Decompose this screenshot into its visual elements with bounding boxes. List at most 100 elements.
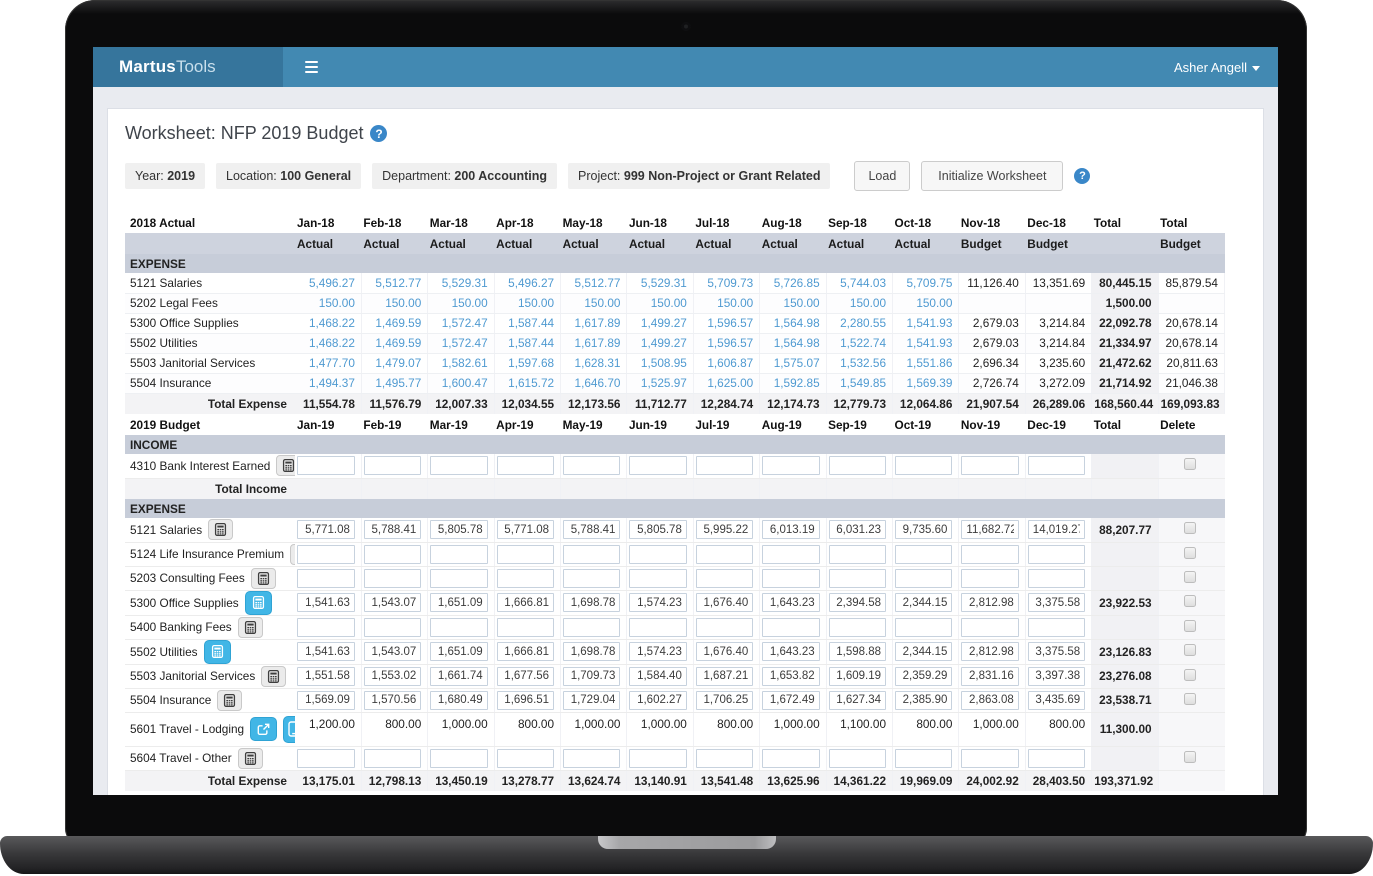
budget-input[interactable]	[430, 618, 487, 637]
budget-input[interactable]	[563, 545, 620, 564]
user-menu[interactable]: Asher Angell	[1174, 60, 1260, 75]
delete-checkbox[interactable]	[1184, 644, 1196, 656]
budget-input[interactable]	[497, 569, 554, 588]
actual-value-link[interactable]: 2,280.55	[826, 313, 892, 333]
budget-input[interactable]	[829, 593, 886, 612]
budget-input[interactable]	[696, 593, 753, 612]
budget-input[interactable]	[364, 667, 421, 686]
budget-input[interactable]	[762, 545, 819, 564]
budget-input[interactable]	[762, 691, 819, 710]
budget-input[interactable]	[961, 593, 1018, 612]
actual-value-link[interactable]: 150.00	[826, 293, 892, 313]
budget-input[interactable]	[696, 618, 753, 637]
budget-input[interactable]	[629, 691, 686, 710]
budget-input[interactable]	[297, 642, 355, 661]
budget-input[interactable]	[762, 593, 819, 612]
actual-value-link[interactable]: 5,726.85	[760, 273, 826, 293]
budget-input[interactable]	[1028, 569, 1085, 588]
budget-input[interactable]	[1028, 520, 1085, 539]
actual-value-link[interactable]: 1,468.22	[295, 333, 361, 353]
budget-input[interactable]	[629, 642, 686, 661]
budget-input[interactable]	[829, 618, 886, 637]
actual-value-link[interactable]: 1,587.44	[494, 313, 560, 333]
budget-input[interactable]	[430, 691, 487, 710]
budget-input[interactable]	[563, 593, 620, 612]
budget-input[interactable]	[762, 456, 819, 475]
actual-value-link[interactable]: 1,499.27	[627, 333, 693, 353]
budget-input[interactable]	[497, 642, 554, 661]
budget-input[interactable]	[1028, 749, 1085, 768]
delete-checkbox[interactable]	[1184, 693, 1196, 705]
budget-input[interactable]	[696, 456, 753, 475]
budget-input[interactable]	[364, 642, 421, 661]
budget-input[interactable]	[895, 749, 952, 768]
budget-input[interactable]	[430, 569, 487, 588]
budget-input[interactable]	[430, 667, 487, 686]
actual-value-link[interactable]: 1,499.27	[627, 313, 693, 333]
budget-input[interactable]	[961, 569, 1018, 588]
budget-input[interactable]	[829, 691, 886, 710]
budget-input[interactable]	[895, 520, 952, 539]
budget-input[interactable]	[629, 593, 686, 612]
actual-value-link[interactable]: 150.00	[627, 293, 693, 313]
hamburger-menu-icon[interactable]	[301, 57, 322, 77]
budget-input[interactable]	[829, 749, 886, 768]
actual-value-link[interactable]: 1,596.57	[693, 333, 759, 353]
budget-input[interactable]	[430, 642, 487, 661]
actual-value-link[interactable]: 1,477.70	[295, 353, 361, 373]
budget-input[interactable]	[961, 749, 1018, 768]
calculator-icon-button[interactable]	[208, 519, 233, 540]
calculator-icon-button[interactable]	[238, 748, 263, 769]
actual-value-link[interactable]: 1,569.39	[893, 373, 959, 393]
actual-value-link[interactable]: 1,469.59	[361, 333, 427, 353]
brand-logo[interactable]: MartusTools	[93, 47, 283, 87]
delete-checkbox[interactable]	[1184, 595, 1196, 607]
actual-value-link[interactable]: 1,525.97	[627, 373, 693, 393]
calculator-icon-button[interactable]	[261, 666, 286, 687]
budget-input[interactable]	[497, 520, 554, 539]
budget-input[interactable]	[961, 618, 1018, 637]
budget-input[interactable]	[762, 667, 819, 686]
actual-value-link[interactable]: 150.00	[295, 293, 361, 313]
budget-input[interactable]	[829, 569, 886, 588]
budget-input[interactable]	[629, 520, 686, 539]
budget-input[interactable]	[430, 520, 487, 539]
budget-input[interactable]	[696, 545, 753, 564]
budget-input[interactable]	[629, 569, 686, 588]
budget-input[interactable]	[1028, 456, 1085, 475]
actual-value-link[interactable]: 1,625.00	[693, 373, 759, 393]
budget-input[interactable]	[563, 618, 620, 637]
budget-input[interactable]	[895, 667, 952, 686]
budget-input[interactable]	[563, 691, 620, 710]
budget-input[interactable]	[829, 642, 886, 661]
budget-input[interactable]	[1028, 593, 1085, 612]
budget-input[interactable]	[563, 749, 620, 768]
budget-input[interactable]	[497, 545, 554, 564]
initialize-worksheet-button[interactable]: Initialize Worksheet	[921, 161, 1063, 191]
actual-value-link[interactable]: 1,469.59	[361, 313, 427, 333]
actual-value-link[interactable]: 1,606.87	[693, 353, 759, 373]
delete-checkbox[interactable]	[1184, 669, 1196, 681]
delete-checkbox[interactable]	[1184, 620, 1196, 632]
actual-value-link[interactable]: 150.00	[361, 293, 427, 313]
actual-value-link[interactable]: 1,596.57	[693, 313, 759, 333]
actual-value-link[interactable]: 1,479.07	[361, 353, 427, 373]
delete-checkbox[interactable]	[1184, 458, 1196, 470]
delete-checkbox[interactable]	[1184, 522, 1196, 534]
budget-input[interactable]	[762, 520, 819, 539]
budget-input[interactable]	[629, 545, 686, 564]
budget-input[interactable]	[297, 593, 355, 612]
actual-value-link[interactable]: 1,575.07	[760, 353, 826, 373]
budget-input[interactable]	[629, 749, 686, 768]
filter-year[interactable]: Year: 2019	[125, 163, 205, 189]
budget-input[interactable]	[895, 618, 952, 637]
budget-input[interactable]	[895, 569, 952, 588]
calculator-icon-button[interactable]	[276, 455, 295, 476]
budget-input[interactable]	[563, 642, 620, 661]
actual-value-link[interactable]: 1,541.93	[893, 333, 959, 353]
budget-input[interactable]	[297, 749, 355, 768]
budget-input[interactable]	[762, 749, 819, 768]
actual-value-link[interactable]: 1,532.56	[826, 353, 892, 373]
budget-input[interactable]	[961, 667, 1018, 686]
budget-input[interactable]	[497, 618, 554, 637]
